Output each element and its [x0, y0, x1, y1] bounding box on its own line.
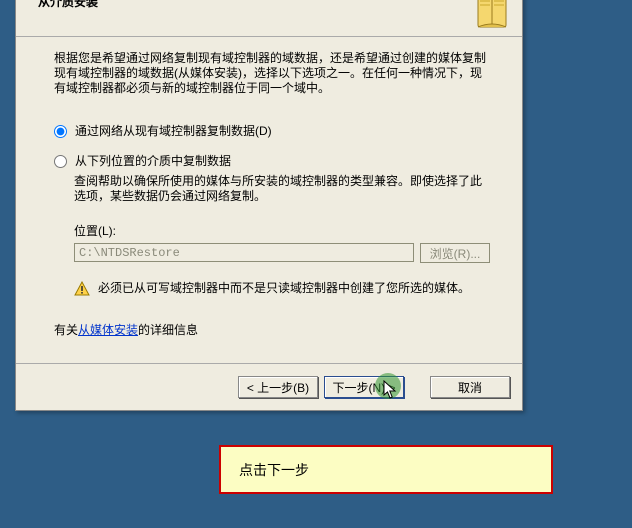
browse-button: 浏览(R)...	[420, 243, 490, 263]
warning-row: 必须已从可写域控制器中而不是只读域控制器中创建了您所选的媒体。	[74, 281, 490, 301]
cancel-button[interactable]: 取消	[430, 376, 510, 398]
link-prefix: 有关	[54, 323, 78, 337]
path-input	[74, 243, 414, 262]
dialog-body: 根据您是希望通过网络复制现有域控制器的域数据，还是希望通过创建的媒体复制现有域控…	[16, 37, 522, 349]
media-install-link[interactable]: 从媒体安装	[78, 323, 138, 337]
callout-text: 点击下一步	[239, 460, 309, 480]
option-network-label: 通过网络从现有域控制器复制数据(D)	[75, 124, 272, 138]
link-suffix: 的详细信息	[138, 323, 198, 337]
back-button[interactable]: < 上一步(B)	[238, 376, 318, 398]
dialog-footer: < 上一步(B) 下一步(N) > 取消	[16, 363, 522, 410]
book-icon	[474, 0, 512, 36]
option-media-note: 查阅帮助以确保所使用的媒体与所安装的域控制器的类型兼容。即使选择了此选项，某些数…	[74, 174, 490, 204]
wizard-dialog: 从介质安装 根据您是希望通过网络复制现有域控制器的域数据，还是希望通过创建的媒体…	[15, 0, 523, 411]
option-media-label: 从下列位置的介质中复制数据	[75, 154, 231, 168]
option-network[interactable]: 通过网络从现有域控制器复制数据(D)	[54, 124, 490, 138]
radio-network[interactable]	[54, 125, 67, 138]
intro-text: 根据您是希望通过网络复制现有域控制器的域数据，还是希望通过创建的媒体复制现有域控…	[54, 51, 490, 96]
detail-link-row: 有关从媒体安装的详细信息	[54, 323, 490, 337]
radio-media[interactable]	[54, 155, 67, 168]
option-media[interactable]: 从下列位置的介质中复制数据	[54, 154, 490, 168]
instruction-callout: 点击下一步	[219, 445, 553, 494]
path-row: 浏览(R)...	[74, 243, 490, 263]
warning-text: 必须已从可写域控制器中而不是只读域控制器中创建了您所选的媒体。	[98, 281, 470, 301]
next-button[interactable]: 下一步(N) >	[324, 376, 404, 398]
dialog-header: 从介质安装	[16, 0, 522, 37]
dialog-title: 从介质安装	[38, 0, 98, 10]
warning-icon	[74, 281, 90, 301]
path-label: 位置(L):	[74, 222, 490, 239]
